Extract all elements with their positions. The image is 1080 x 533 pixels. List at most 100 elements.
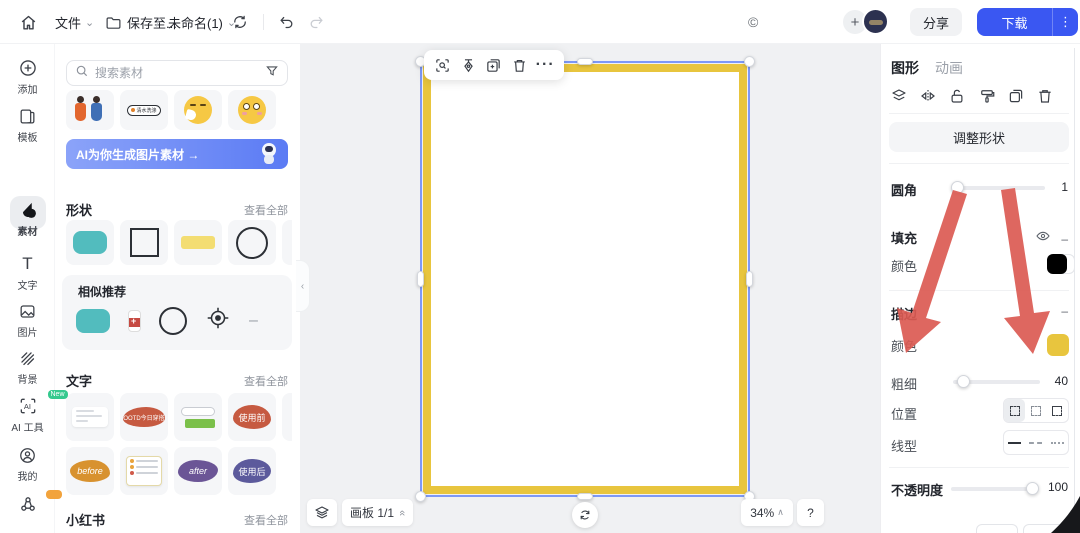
shape-tile-circle[interactable] <box>228 220 276 265</box>
trash-icon[interactable] <box>1035 86 1055 106</box>
corner-radius-slider[interactable] <box>953 186 1045 190</box>
save-to-button[interactable]: 保存至... <box>103 0 177 44</box>
selection-handle-top-right[interactable] <box>744 56 755 67</box>
sidebar-item-material[interactable]: 素材 <box>0 156 55 238</box>
line-type-dashed[interactable] <box>1025 431 1046 454</box>
search-box[interactable] <box>66 60 288 86</box>
eye-icon[interactable] <box>1035 228 1051 249</box>
remove-fill-icon[interactable]: – <box>1061 232 1068 246</box>
artboard-shape[interactable] <box>423 64 747 494</box>
sticker-thumbnail-badge[interactable]: 清水洗涤 <box>120 90 168 130</box>
selection-handle-right[interactable] <box>746 271 753 287</box>
cutoff-button[interactable] <box>1023 524 1069 533</box>
text-tile-before[interactable]: before <box>66 447 114 495</box>
format-painter-icon[interactable] <box>977 86 997 106</box>
layers-button[interactable] <box>307 499 337 526</box>
text-tile-partial[interactable] <box>282 393 292 441</box>
similar-shape-rounded-rect[interactable] <box>76 309 110 333</box>
similar-shape-bottle[interactable] <box>128 310 141 332</box>
text-tile-before-use[interactable]: 使用前 <box>228 393 276 441</box>
thickness-slider[interactable] <box>953 380 1040 384</box>
similar-shape-circle[interactable] <box>159 307 187 335</box>
copy-icon[interactable] <box>1006 86 1026 106</box>
stroke-position-inside[interactable] <box>1004 399 1025 422</box>
shape-tile-square[interactable] <box>120 220 168 265</box>
corner-radius-knob[interactable] <box>951 181 964 194</box>
xhs-view-all[interactable]: 查看全部 <box>244 512 288 528</box>
selection-handle-bottom[interactable] <box>577 493 593 500</box>
sidebar-item-mine[interactable]: 我的 <box>0 445 55 483</box>
stroke-position-center[interactable] <box>1025 399 1046 422</box>
divider <box>889 113 1069 114</box>
opacity-knob[interactable] <box>1026 482 1039 495</box>
flip-icon[interactable] <box>918 86 938 106</box>
sidebar-item-background[interactable]: 背景 <box>0 348 55 386</box>
more-horizontal-icon[interactable]: ··· <box>535 55 555 75</box>
text-view-all[interactable]: 查看全部 <box>244 373 288 389</box>
line-type-solid[interactable] <box>1004 431 1025 454</box>
shapes-view-all[interactable]: 查看全部 <box>244 202 288 218</box>
redo-button[interactable] <box>306 0 326 44</box>
undo-button[interactable] <box>276 0 296 44</box>
selection-handle-bottom-left[interactable] <box>415 491 426 502</box>
search-input[interactable] <box>95 66 259 80</box>
sidebar-item-add[interactable]: 添加 <box>0 58 55 96</box>
sidebar-item-promo[interactable] <box>0 494 55 514</box>
text-tile-note[interactable] <box>120 447 168 495</box>
delete-icon[interactable] <box>510 55 530 75</box>
panel-collapse-button[interactable]: ‹ <box>296 260 310 312</box>
stroke-color-swatch[interactable] <box>1047 334 1069 356</box>
sidebar-item-ai-tools[interactable]: AI New AI 工具 <box>0 396 55 434</box>
text-tile-after-use[interactable]: 使用后 <box>228 447 276 495</box>
line-type-dotted[interactable] <box>1047 431 1068 454</box>
copyright-icon[interactable]: © <box>748 0 758 44</box>
sticker-thumbnail-emoji-megaphone[interactable] <box>174 90 222 130</box>
download-button[interactable]: 下载 ⋮ <box>977 8 1078 36</box>
sidebar-item-image[interactable]: 图片 <box>0 301 55 339</box>
sticker-thumbnail-emoji-search[interactable] <box>228 90 276 130</box>
stroke-position-outside[interactable] <box>1047 399 1068 422</box>
shape-tile-bar[interactable] <box>174 220 222 265</box>
home-button[interactable] <box>18 0 38 44</box>
text-tile-after[interactable]: after <box>174 447 222 495</box>
zoom-control[interactable]: 34% ∧ <box>741 499 793 526</box>
vectorize-pen-icon[interactable] <box>458 55 478 75</box>
opacity-slider[interactable] <box>951 487 1037 491</box>
download-more-button[interactable]: ⋮ <box>1052 8 1078 36</box>
find-similar-icon[interactable] <box>433 55 453 75</box>
avatar[interactable] <box>862 8 889 35</box>
duplicate-icon[interactable] <box>484 55 504 75</box>
rotate-handle[interactable] <box>572 502 598 528</box>
sticker-thumbnail-people[interactable] <box>66 90 114 130</box>
shape-tile-rounded-rect[interactable] <box>66 220 114 265</box>
file-menu[interactable]: 文件 ⌄ <box>55 0 94 44</box>
sidebar-item-text[interactable]: T 文字 <box>0 254 55 292</box>
layer-order-icon[interactable] <box>889 86 909 106</box>
canvas-area[interactable]: ··· 画板 1/1 « 34% ∧ ? <box>300 44 880 533</box>
share-button[interactable]: 分享 <box>910 8 962 36</box>
selection-handle-left[interactable] <box>417 271 424 287</box>
similar-shape-partial[interactable]: – <box>249 312 258 330</box>
text-tile-labels[interactable] <box>174 393 222 441</box>
remove-stroke-icon[interactable]: – <box>1061 304 1068 318</box>
ai-generate-banner[interactable]: AI为你生成图片素材 → <box>66 139 288 169</box>
tab-animation[interactable]: 动画 <box>935 58 963 78</box>
thickness-knob[interactable] <box>957 375 970 388</box>
adjust-shape-button[interactable]: 调整形状 <box>889 122 1069 152</box>
help-button[interactable]: ? <box>797 499 824 526</box>
fill-color-swatch[interactable] <box>1047 254 1067 274</box>
board-selector[interactable]: 画板 1/1 « <box>342 499 413 526</box>
inspector-scrollbar[interactable] <box>1074 48 1075 533</box>
shape-tile-partial[interactable] <box>282 220 292 265</box>
cutoff-button[interactable] <box>976 524 1018 533</box>
unlock-icon[interactable] <box>947 86 967 106</box>
similar-shape-target[interactable] <box>205 305 231 336</box>
doc-name[interactable]: 未命名(1) ⌄ <box>168 0 236 44</box>
cloud-sync-button[interactable] <box>230 0 250 44</box>
selection-handle-top[interactable] <box>577 58 593 65</box>
text-tile-ootd[interactable]: OOTD今日穿搭 <box>120 393 168 441</box>
text-tile-card[interactable] <box>66 393 114 441</box>
sidebar-item-template[interactable]: 模板 <box>0 106 55 144</box>
filter-icon[interactable] <box>265 64 279 83</box>
tab-shape[interactable]: 图形 <box>891 58 919 78</box>
